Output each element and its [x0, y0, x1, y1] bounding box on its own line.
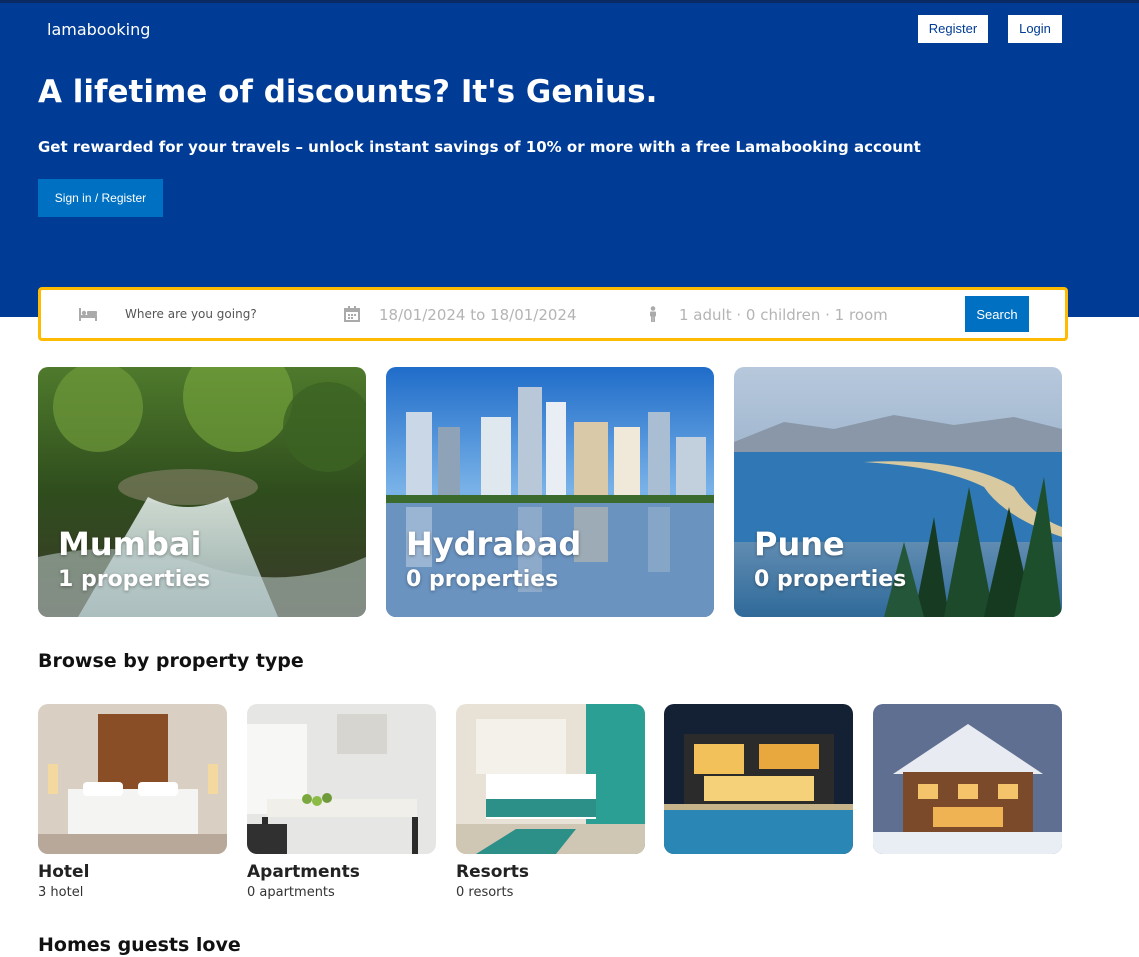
logo[interactable]: lamabooking — [47, 20, 150, 39]
city-card-pune[interactable]: Pune 0 properties — [734, 367, 1062, 617]
city-name: Mumbai — [58, 525, 202, 563]
city-property-count: 0 properties — [754, 567, 907, 592]
property-type-heading: Browse by property type — [38, 650, 304, 672]
sign-in-register-button[interactable]: Sign in / Register — [38, 179, 163, 217]
property-type-count: 0 apartments — [247, 885, 335, 900]
property-type-resorts[interactable]: Resorts 0 resorts — [456, 704, 645, 904]
hotel-image — [38, 704, 227, 854]
search-bar: 18/01/2024 to 18/01/2024 1 adult · 0 chi… — [38, 287, 1068, 341]
bed-icon — [79, 306, 97, 322]
property-type-apartments[interactable]: Apartments 0 apartments — [247, 704, 436, 904]
property-type-villas[interactable] — [664, 704, 853, 904]
register-button[interactable]: Register — [918, 15, 988, 43]
city-card-hydrabad[interactable]: Hydrabad 0 properties — [386, 367, 714, 617]
hero-title: A lifetime of discounts? It's Genius. — [38, 74, 658, 110]
featured-cities: Mumbai 1 properties Hydrabad 0 propertie… — [38, 367, 1062, 617]
resorts-image — [456, 704, 645, 854]
property-type-count: 0 resorts — [456, 885, 514, 900]
calendar-icon — [344, 306, 362, 322]
hero-banner — [0, 3, 1139, 317]
apartments-image — [247, 704, 436, 854]
person-icon — [647, 306, 665, 322]
property-type-count: 3 hotel — [38, 885, 84, 900]
hero-description: Get rewarded for your travels – unlock i… — [38, 138, 921, 156]
city-name: Pune — [754, 525, 845, 563]
property-type-list: Hotel 3 hotel Apartments 0 apartments Re… — [38, 704, 1062, 904]
property-type-name: Hotel — [38, 862, 90, 882]
property-type-name: Resorts — [456, 862, 530, 882]
villa-image — [664, 704, 853, 854]
city-name: Hydrabad — [406, 525, 582, 563]
property-type-cabins[interactable] — [873, 704, 1062, 904]
login-button[interactable]: Login — [1008, 15, 1062, 43]
city-property-count: 1 properties — [58, 567, 211, 592]
search-button[interactable]: Search — [965, 296, 1029, 332]
destination-input[interactable] — [125, 300, 325, 328]
guests-selector[interactable]: 1 adult · 0 children · 1 room — [679, 306, 888, 324]
property-type-name: Apartments — [247, 862, 360, 882]
property-type-hotel[interactable]: Hotel 3 hotel — [38, 704, 227, 904]
homes-guests-love-heading: Homes guests love — [38, 934, 241, 956]
cabin-image — [873, 704, 1062, 854]
city-property-count: 0 properties — [406, 567, 559, 592]
city-card-mumbai[interactable]: Mumbai 1 properties — [38, 367, 366, 617]
date-range-picker[interactable]: 18/01/2024 to 18/01/2024 — [379, 306, 577, 324]
